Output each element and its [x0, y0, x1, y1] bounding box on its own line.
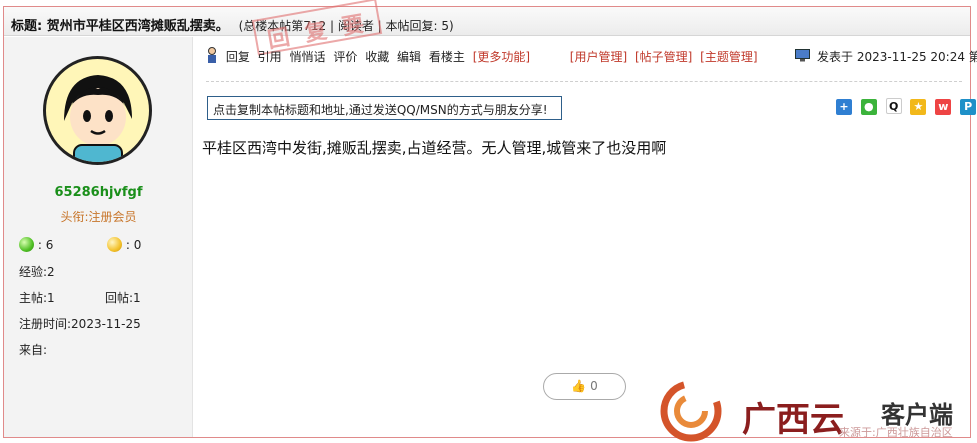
user-location: 来自:	[19, 343, 48, 357]
plus-share-icon[interactable]: +	[836, 99, 852, 115]
yellow-ball-icon	[107, 237, 122, 252]
copy-share-link-box[interactable]: 点击复制本帖标题和地址,通过发送QQ/MSN的方式与朋友分享!	[207, 96, 562, 120]
user-icon	[206, 47, 218, 64]
post-main: 回复 引用 悄悄话 评价 收藏 编辑 看楼主 [更多功能] [用户管理] [帖子…	[194, 37, 977, 437]
reply-posts: 回帖:1	[105, 291, 141, 305]
like-count: 0	[590, 379, 598, 393]
topic-management-link[interactable]: [主题管理]	[700, 50, 757, 64]
post-frame: 标题: 贺州市平桂区西湾摊贩乱摆卖。 (总楼本帖第712 | 阅读者 | 本帖回…	[3, 0, 977, 442]
username[interactable]: 65286hjvfgf	[4, 185, 193, 200]
title-bar: 标题: 贺州市平桂区西湾摊贩乱摆卖。 (总楼本帖第712 | 阅读者 | 本帖回…	[4, 7, 970, 36]
wechat-icon[interactable]: ●	[860, 99, 877, 115]
watermark-source: 来源于:广西壮族自治区	[839, 426, 953, 439]
reply-link[interactable]: 回复	[226, 50, 250, 64]
posted-time: 发表于 2023-11-25 20:24 第1楼	[817, 50, 977, 64]
favorite-link[interactable]: 收藏	[365, 50, 389, 64]
qq-icon[interactable]: Q	[885, 98, 902, 114]
thumbs-up-icon: 👍	[571, 379, 587, 393]
rate-link[interactable]: 评价	[333, 50, 357, 64]
user-rank: 头衔:注册会员	[60, 210, 137, 224]
avatar-boy-icon	[64, 75, 132, 162]
edit-link[interactable]: 编辑	[397, 50, 421, 64]
qzone-icon[interactable]: ★	[910, 99, 927, 115]
share-icons: + ● Q ★ w P	[836, 98, 977, 115]
more-functions-link[interactable]: [更多功能]	[473, 50, 530, 64]
watermark-brand: 广西云	[742, 400, 844, 440]
quote-link[interactable]: 引用	[258, 50, 282, 64]
post-management-link[interactable]: [帖子管理]	[635, 50, 692, 64]
post-title: 标题: 贺州市平桂区西湾摊贩乱摆卖。	[11, 19, 229, 34]
post-content: 平桂区西湾中发街,摊贩乱摆卖,占道经营。无人管理,城管来了也没用啊	[202, 139, 667, 157]
avatar[interactable]	[43, 56, 152, 165]
points-row: : 6	[19, 237, 53, 252]
green-ball-icon	[19, 237, 34, 252]
post-toolbar: 回复 引用 悄悄话 评价 收藏 编辑 看楼主 [更多功能] [用户管理] [帖子…	[206, 47, 977, 71]
weibo-icon[interactable]: w	[935, 99, 952, 115]
yellow-count-label: :	[125, 238, 130, 252]
user-management-link[interactable]: [用户管理]	[570, 50, 627, 64]
registration-date: 注册时间:2023-11-25	[19, 317, 141, 331]
green-count-label: :	[37, 238, 42, 252]
guangxiyun-logo-icon	[660, 380, 722, 442]
view-op-link[interactable]: 看楼主	[429, 50, 465, 64]
green-count: 6	[45, 238, 54, 252]
toolbar-divider	[206, 81, 962, 82]
monitor-icon	[795, 49, 811, 62]
user-sidebar: 65286hjvfgf 头衔:注册会员 : 6 : 0 经验:2 主帖:1 回帖…	[4, 37, 193, 437]
watermark: 广西云 客户端 来源于:广西壮族自治区	[659, 379, 975, 443]
whisper-link[interactable]: 悄悄话	[290, 50, 326, 64]
post-meta: (总楼本帖第712 | 阅读者 | 本帖回复: 5)	[238, 19, 454, 33]
like-button[interactable]: 👍 0	[543, 373, 626, 400]
experience: 经验:2	[19, 265, 55, 279]
paipai-icon[interactable]: P	[960, 99, 977, 115]
points-row-yellow: : 0	[107, 237, 141, 252]
main-posts: 主帖:1	[19, 291, 55, 305]
yellow-count: 0	[133, 238, 142, 252]
